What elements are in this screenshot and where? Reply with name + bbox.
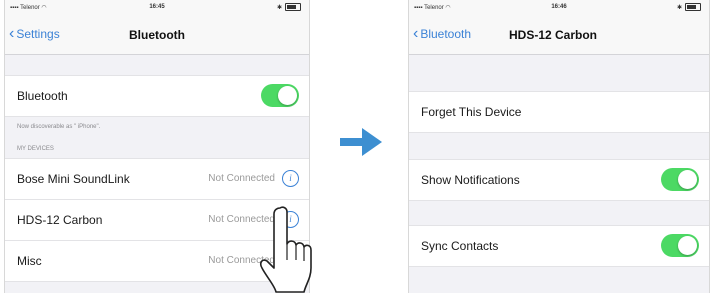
discoverable-note: Now discoverable as " iPhone".	[17, 124, 101, 130]
device-name: Misc	[17, 254, 42, 268]
page-title: Bluetooth	[129, 28, 185, 42]
device-detail-screen: ▪▪▪▪ Telenor ◠ 16:46 ✱ ‹ Bluetooth HDS-1…	[408, 0, 710, 293]
forget-device-row[interactable]: Forget This Device	[409, 91, 709, 133]
show-notifications-row: Show Notifications	[409, 159, 709, 201]
device-name: Bose Mini SoundLink	[17, 172, 130, 186]
status-bar: ▪▪▪▪ Telenor ◠ 16:45 ✱	[5, 0, 309, 16]
info-icon[interactable]: i	[282, 170, 299, 187]
status-bar: ▪▪▪▪ Telenor ◠ 16:46 ✱	[409, 0, 709, 16]
nav-bar: ‹ Bluetooth HDS-12 Carbon	[409, 16, 709, 55]
show-notifications-toggle[interactable]	[661, 168, 699, 191]
nav-bar: ‹ Settings Bluetooth	[5, 16, 309, 55]
status-time: 16:46	[551, 4, 567, 10]
chevron-left-icon: ‹	[413, 25, 419, 42]
sync-contacts-label: Sync Contacts	[421, 239, 499, 253]
right-arrow-icon	[340, 128, 382, 156]
device-status: Not Connected	[208, 173, 275, 184]
back-button[interactable]: ‹ Bluetooth	[413, 25, 472, 42]
device-row-bose[interactable]: Bose Mini SoundLink Not Connected i	[5, 158, 309, 200]
device-name: HDS-12 Carbon	[17, 213, 103, 227]
bluetooth-toggle[interactable]	[261, 84, 299, 107]
battery-icon	[685, 3, 701, 11]
status-right: ✱	[277, 3, 301, 11]
bluetooth-status-icon: ✱	[676, 4, 682, 11]
forget-device-label: Forget This Device	[421, 105, 522, 119]
sync-contacts-toggle[interactable]	[661, 234, 699, 257]
section-header-my-devices: MY DEVICES	[17, 146, 54, 152]
battery-icon	[285, 3, 301, 11]
sync-contacts-row: Sync Contacts	[409, 225, 709, 267]
pointing-hand-icon	[260, 206, 312, 293]
bluetooth-status-icon: ✱	[276, 4, 282, 11]
back-label: Bluetooth	[420, 27, 472, 41]
toggle-knob	[678, 170, 697, 189]
bluetooth-toggle-row: Bluetooth	[5, 75, 309, 117]
status-time: 16:45	[149, 4, 165, 10]
toggle-knob	[278, 86, 297, 105]
show-notifications-label: Show Notifications	[421, 173, 520, 187]
status-right: ✱	[677, 3, 701, 11]
page-title: HDS-12 Carbon	[509, 28, 598, 42]
bluetooth-label: Bluetooth	[17, 89, 68, 103]
toggle-knob	[678, 236, 697, 255]
